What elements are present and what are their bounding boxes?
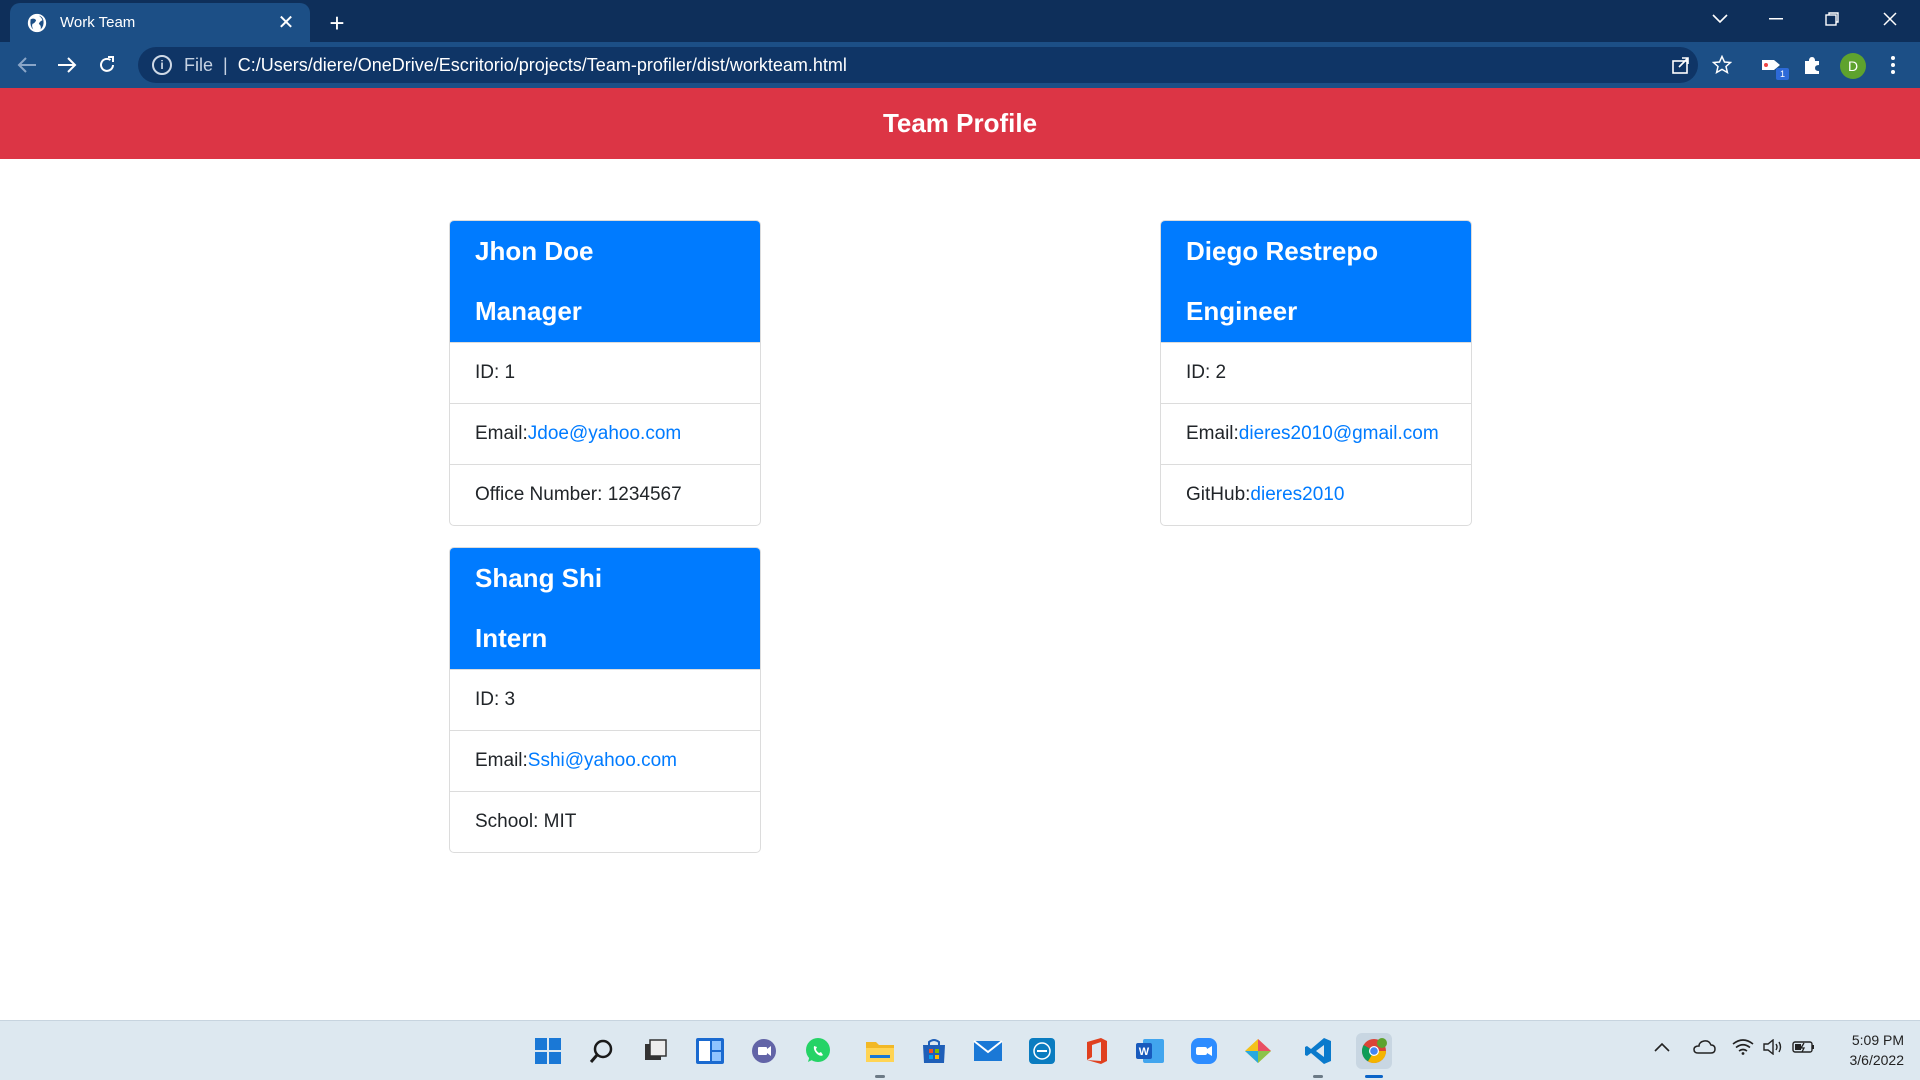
bookmark-star-icon[interactable] bbox=[1705, 48, 1739, 82]
employee-school: School: MIT bbox=[450, 791, 760, 852]
employee-role: Engineer bbox=[1186, 296, 1298, 326]
whatsapp-icon[interactable] bbox=[800, 1033, 836, 1069]
email-label: Email: bbox=[1186, 423, 1239, 444]
github-link[interactable]: dieres2010 bbox=[1250, 484, 1344, 506]
taskbar-clock[interactable]: 5:09 PM 3/6/2022 bbox=[1824, 1030, 1905, 1070]
employee-email: Email: Sshi@yahoo.com bbox=[450, 730, 760, 791]
card-header: Diego Restrepo Engineer bbox=[1161, 221, 1471, 342]
email-label: Email: bbox=[475, 423, 528, 444]
employee-role: Manager bbox=[475, 296, 582, 326]
email-label: Email: bbox=[475, 750, 528, 771]
email-link[interactable]: Sshi@yahoo.com bbox=[528, 750, 677, 772]
employee-email: Email: dieres2010@gmail.com bbox=[1161, 403, 1471, 464]
employee-id: ID: 3 bbox=[450, 669, 760, 730]
dell-app-icon[interactable] bbox=[1024, 1033, 1060, 1069]
word-icon[interactable]: W bbox=[1132, 1033, 1168, 1069]
search-icon[interactable] bbox=[584, 1033, 620, 1069]
page-title: Team Profile bbox=[882, 108, 1038, 138]
office-number-text: Office Number: 1234567 bbox=[475, 484, 682, 505]
employee-office-number: Office Number: 1234567 bbox=[450, 464, 760, 525]
tab-close-icon[interactable]: ✕ bbox=[274, 11, 298, 35]
vscode-icon[interactable] bbox=[1300, 1033, 1336, 1069]
show-hidden-icons-chevron-icon[interactable] bbox=[1654, 1039, 1670, 1057]
running-indicator bbox=[875, 1075, 885, 1078]
employee-card-intern: Shang Shi Intern ID: 3 Email: Sshi@yahoo.… bbox=[449, 547, 761, 853]
card-header: Jhon Doe Manager bbox=[450, 221, 760, 342]
office-icon[interactable] bbox=[1078, 1033, 1114, 1069]
email-link[interactable]: Jdoe@yahoo.com bbox=[528, 423, 681, 445]
extensions-puzzle-icon[interactable] bbox=[1795, 48, 1829, 82]
page-header: Team Profile bbox=[0, 88, 1920, 159]
email-link[interactable]: dieres2010@gmail.com bbox=[1239, 423, 1439, 445]
employee-id-text: ID: 2 bbox=[1186, 362, 1227, 383]
task-view-icon[interactable] bbox=[638, 1033, 674, 1069]
share-icon[interactable] bbox=[1664, 48, 1698, 82]
browser-toolbar: i File | C:/Users/diere/OneDrive/Escrito… bbox=[0, 42, 1920, 88]
teams-chat-icon[interactable] bbox=[746, 1033, 782, 1069]
wifi-icon[interactable] bbox=[1732, 1039, 1754, 1060]
employee-card-engineer: Diego Restrepo Engineer ID: 2 Email: dier… bbox=[1160, 220, 1472, 526]
clock-time: 5:09 PM bbox=[1851, 1032, 1904, 1048]
svg-text:W: W bbox=[1139, 1046, 1150, 1058]
employee-github: GitHub: dieres2010 bbox=[1161, 464, 1471, 525]
address-url[interactable]: C:/Users/diere/OneDrive/Escritorio/proje… bbox=[238, 55, 847, 76]
tab-search-chevron-icon[interactable] bbox=[1692, 0, 1748, 38]
volume-icon[interactable] bbox=[1762, 1038, 1784, 1060]
browser-tab[interactable]: Work Team ✕ bbox=[10, 3, 310, 42]
employee-name: Shang Shi bbox=[475, 563, 603, 593]
onedrive-cloud-icon[interactable] bbox=[1692, 1039, 1716, 1060]
chrome-icon[interactable] bbox=[1356, 1033, 1392, 1069]
paint-app-icon[interactable] bbox=[1240, 1033, 1276, 1069]
running-indicator bbox=[1313, 1075, 1323, 1078]
employee-role: Intern bbox=[475, 623, 548, 653]
menu-kebab-icon[interactable] bbox=[1876, 48, 1910, 82]
tab-title: Work Team bbox=[60, 14, 136, 31]
battery-charging-icon[interactable] bbox=[1792, 1039, 1816, 1060]
github-label: GitHub: bbox=[1186, 484, 1251, 505]
employee-name: Diego Restrepo bbox=[1186, 236, 1379, 266]
restore-icon[interactable] bbox=[1804, 0, 1860, 38]
school-text: School: MIT bbox=[475, 811, 577, 832]
minimize-icon[interactable] bbox=[1748, 0, 1804, 38]
microsoft-store-icon[interactable] bbox=[916, 1033, 952, 1069]
employee-id: ID: 2 bbox=[1161, 342, 1471, 403]
profile-avatar[interactable]: D bbox=[1840, 53, 1866, 79]
active-app-indicator bbox=[1365, 1075, 1383, 1078]
widgets-icon[interactable] bbox=[692, 1033, 728, 1069]
address-bar[interactable]: i File | C:/Users/diere/OneDrive/Escrito… bbox=[138, 47, 1698, 83]
employee-card-manager: Jhon Doe Manager ID: 1 Email: Jdoe@yahoo.… bbox=[449, 220, 761, 526]
address-separator: | bbox=[223, 54, 228, 75]
taskbar: W 5:09 PM 3/6/2022 bbox=[0, 1020, 1920, 1080]
new-tab-button[interactable]: + bbox=[322, 8, 352, 38]
employee-name: Jhon Doe bbox=[475, 236, 594, 266]
mail-icon[interactable] bbox=[970, 1033, 1006, 1069]
start-windows-icon[interactable] bbox=[530, 1033, 566, 1069]
file-explorer-icon[interactable] bbox=[862, 1033, 898, 1069]
employee-email: Email: Jdoe@yahoo.com bbox=[450, 403, 760, 464]
zoom-icon[interactable] bbox=[1186, 1033, 1222, 1069]
reload-icon[interactable] bbox=[90, 48, 124, 82]
employee-id-text: ID: 1 bbox=[475, 362, 516, 383]
site-info-icon[interactable]: i bbox=[152, 55, 172, 75]
card-header: Shang Shi Intern bbox=[450, 548, 760, 669]
clock-date: 3/6/2022 bbox=[1849, 1052, 1905, 1068]
address-scheme: File bbox=[184, 54, 214, 75]
globe-icon bbox=[27, 13, 47, 32]
back-icon[interactable] bbox=[10, 48, 44, 82]
page-viewport: Team Profile Jhon Doe Manager ID: 1 Emai… bbox=[0, 88, 1920, 1020]
browser-tab-strip: Work Team ✕ + bbox=[0, 0, 1920, 42]
employee-id: ID: 1 bbox=[450, 342, 760, 403]
extension-badge: 1 bbox=[1776, 68, 1789, 80]
close-window-icon[interactable] bbox=[1862, 0, 1918, 38]
employee-id-text: ID: 3 bbox=[475, 689, 516, 710]
forward-icon[interactable] bbox=[50, 48, 84, 82]
